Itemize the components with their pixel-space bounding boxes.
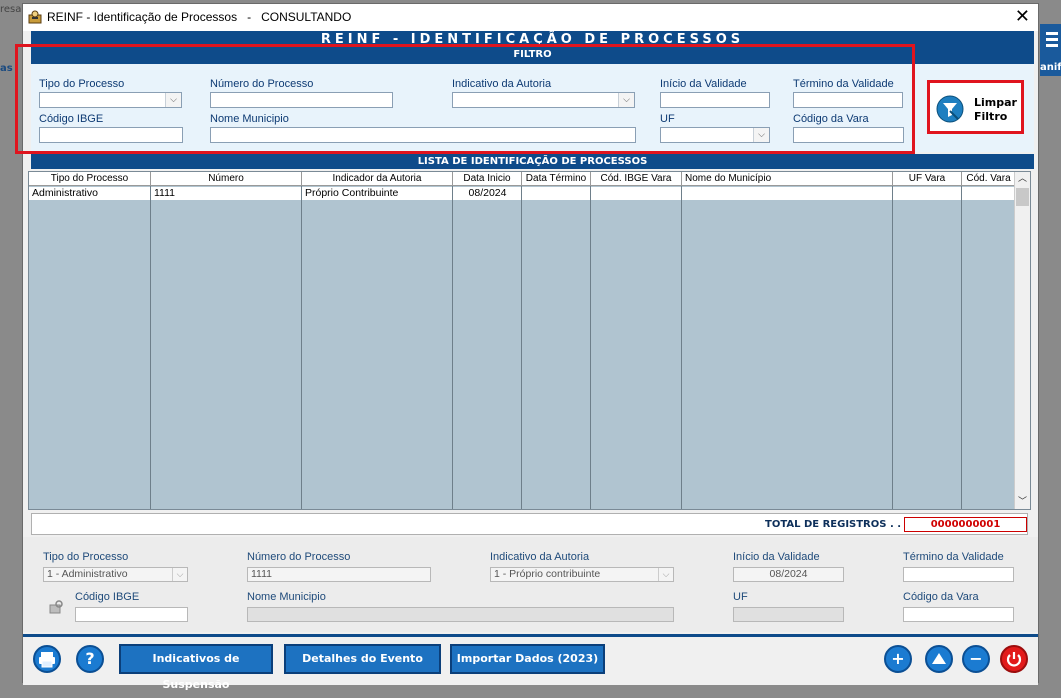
cell-municipio [685,187,890,200]
column-header-tipo[interactable]: Tipo do Processo [29,172,151,186]
background-app-strip: anif [1040,24,1061,76]
background-app-text: resa [0,4,22,15]
detail-indicativo-autoria-label: Indicativo da Autoria [490,551,590,563]
column-divider [150,186,151,509]
column-divider [301,186,302,509]
column-divider [452,186,453,509]
search-ibge-icon[interactable] [48,599,64,615]
add-button[interactable]: + [884,645,912,673]
scroll-down-icon[interactable]: ﹀ [1015,495,1030,509]
column-divider [892,186,893,509]
exit-button[interactable] [1000,645,1028,673]
column-header-data-inicio[interactable]: Data Inicio [453,172,522,186]
detail-codigo-vara-input[interactable] [903,607,1014,622]
total-bar: TOTAL DE REGISTROS . . : 0000000001 [31,513,1028,535]
remove-button[interactable]: − [962,645,990,673]
scroll-up-icon[interactable]: ︿ [1015,172,1030,186]
question-icon: ? [85,649,95,668]
background-app-text-2: as [0,63,13,74]
printer-icon [39,652,55,668]
column-divider [961,186,962,509]
close-icon[interactable]: ✕ [1015,6,1030,27]
filter-highlight-box [15,44,915,154]
cell-cod-ibge [591,187,682,200]
indicativos-suspensao-button[interactable]: Indicativos de Suspensão [119,644,273,691]
column-header-indicador[interactable]: Indicador da Autoria [302,172,453,186]
app-icon [28,10,42,24]
title-bar: REINF - Identificação de Processos - CON… [23,4,1038,31]
detail-tipo-processo-select[interactable]: 1 - Administrativo ⌵ [43,567,188,582]
bottom-toolbar: ? Indicativos de Suspensão Detalhes do E… [23,634,1038,691]
column-header-uf-vara[interactable]: UF Vara [893,172,962,186]
minus-icon: − [969,649,983,668]
detail-numero-processo-label: Número do Processo [247,551,351,563]
list-header: LISTA DE IDENTIFICAÇÃO DE PROCESSOS [31,154,1034,169]
help-button[interactable]: ? [76,645,104,673]
limpar-filtro-button[interactable]: Limpar Filtro [927,80,1024,134]
detail-inicio-validade-label: Início da Validade [733,551,820,563]
detail-uf-input[interactable] [733,607,844,622]
main-window: REINF - Identificação de Processos - CON… [15,3,1039,691]
column-header-numero[interactable]: Número [151,172,302,186]
limpar-filtro-label: Limpar Filtro [974,96,1017,123]
detail-termino-validade-input[interactable] [903,567,1014,582]
cell-uf-vara [893,187,962,200]
vertical-scrollbar[interactable]: ︿ ﹀ [1014,172,1030,509]
chevron-down-icon: ⌵ [658,568,673,581]
detail-codigo-vara-label: Código da Vara [903,591,979,603]
background-app-text-3: anif [1040,62,1061,73]
cell-indicador: Próprio Contribuinte [305,187,399,199]
column-divider [681,186,682,509]
column-header-data-termino[interactable]: Data Término [522,172,591,186]
print-button[interactable] [33,645,61,673]
column-header-municipio[interactable]: Nome do Município [682,172,893,186]
detail-tipo-processo-label: Tipo do Processo [43,551,129,563]
detail-numero-processo-input[interactable]: 1111 [247,567,431,582]
detail-panel: Tipo do Processo 1 - Administrativo ⌵ Núm… [23,537,1038,632]
column-divider [590,186,591,509]
detalhes-evento-button[interactable]: Detalhes do Evento [284,644,441,674]
cell-numero: 1111 [154,187,176,199]
power-icon [1006,652,1022,667]
detail-uf-label: UF [733,591,748,603]
window-title: REINF - Identificação de Processos - CON… [47,10,352,24]
edit-button[interactable] [925,645,953,673]
cell-cod-vara [962,187,1016,200]
scrollbar-thumb[interactable] [1016,188,1029,206]
detail-nome-municipio-input[interactable] [247,607,674,622]
filter-clear-icon [936,95,964,123]
detail-nome-municipio-label: Nome Municipio [247,591,326,603]
total-label: TOTAL DE REGISTROS . . : [765,519,909,530]
chevron-down-icon: ⌵ [172,568,187,581]
detail-codigo-ibge-label: Código IBGE [75,591,140,603]
plus-icon: + [891,649,905,668]
detail-inicio-validade-input[interactable]: 08/2024 [733,567,844,582]
process-table: Tipo do Processo Número Indicador da Aut… [28,171,1031,510]
column-header-cod-ibge[interactable]: Cód. IBGE Vara [591,172,682,186]
cell-tipo: Administrativo [32,187,98,199]
column-header-cod-vara[interactable]: Cód. Vara [962,172,1016,186]
triangle-up-icon [932,653,946,664]
total-value: 0000000001 [904,517,1027,532]
cell-data-termino [522,187,591,200]
detail-codigo-ibge-input[interactable] [75,607,188,622]
importar-dados-button[interactable]: Importar Dados (2023) [450,644,605,674]
detail-indicativo-autoria-select[interactable]: 1 - Próprio contribuinte ⌵ [490,567,674,582]
column-divider [521,186,522,509]
cell-data-inicio: 08/2024 [468,187,507,199]
detail-termino-validade-label: Término da Validade [903,551,1004,563]
